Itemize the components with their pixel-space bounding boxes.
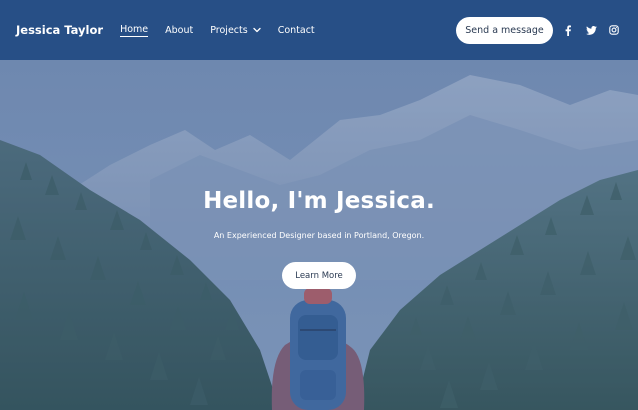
- instagram-icon[interactable]: [607, 23, 621, 37]
- learn-more-button[interactable]: Learn More: [282, 262, 356, 289]
- nav-link-label: Home: [120, 23, 149, 37]
- facebook-icon[interactable]: [561, 23, 575, 37]
- twitter-icon[interactable]: [584, 23, 598, 37]
- nav-link-label: Contact: [277, 24, 315, 36]
- hero-subtitle: An Experienced Designer based in Portlan…: [213, 231, 425, 240]
- nav-link-about[interactable]: About: [165, 25, 193, 36]
- nav-link-home[interactable]: Home: [120, 23, 149, 37]
- send-message-button[interactable]: Send a message: [456, 17, 553, 44]
- nav-link-contact[interactable]: Contact: [278, 25, 315, 36]
- nav-link-projects[interactable]: Projects: [210, 24, 261, 36]
- chevron-down-icon: [253, 27, 261, 33]
- hero-section: Hello, I'm Jessica. An Experienced Desig…: [0, 60, 638, 410]
- nav-link-label: About: [165, 24, 194, 36]
- brand-logo[interactable]: Jessica Taylor: [16, 23, 103, 37]
- nav-links: Home About Projects Contact: [120, 24, 332, 37]
- navbar: Jessica Taylor Home About Projects Conta…: [0, 0, 638, 60]
- hero-title: Hello, I'm Jessica.: [203, 188, 435, 214]
- nav-link-label: Projects: [210, 24, 248, 36]
